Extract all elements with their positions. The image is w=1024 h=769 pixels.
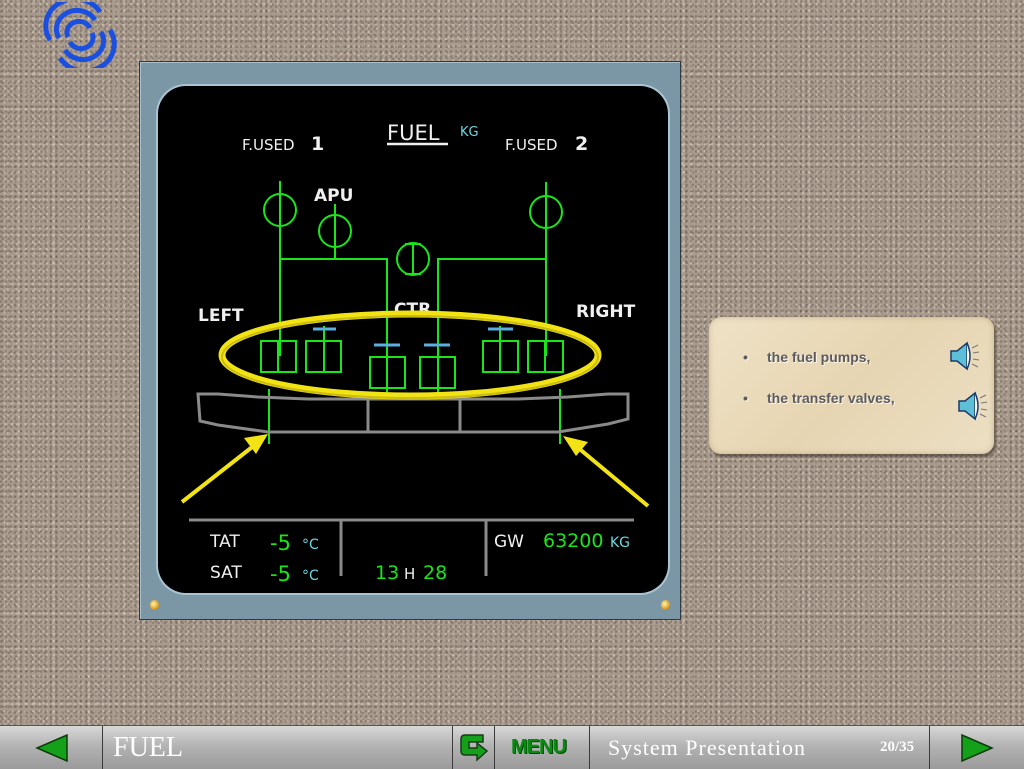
return-arrow-icon [460, 734, 489, 762]
center-pump-1 [369, 342, 406, 389]
left-pump-1 [260, 340, 297, 373]
ecam-fuel-page: FUEL KG F.USED 1 F.USED 2 APU LEFT CTR R… [158, 86, 668, 593]
right-highlight-arrow [563, 436, 650, 508]
note-item: • the transfer valves, [743, 390, 895, 406]
sat-value: -5 [270, 562, 291, 586]
wing-tanks-outline [196, 392, 630, 434]
right-tank-label: RIGHT [576, 302, 636, 322]
menu-label: MENU [511, 736, 567, 758]
presentation-title: System Presentation [608, 735, 807, 760]
time-separator: H [404, 565, 415, 583]
menu-button[interactable]: MENU [495, 726, 590, 769]
gw-unit: KG [610, 535, 630, 551]
left-highlight-arrow [180, 434, 268, 504]
tat-label: TAT [209, 532, 240, 552]
fused-1-number: 1 [311, 133, 324, 155]
sat-unit: °C [302, 568, 319, 584]
apu-label: APU [314, 186, 353, 206]
previous-button[interactable] [0, 726, 103, 769]
navigation-bar: FUEL MENU System Presentation 20/35 [0, 725, 1024, 769]
section-title-area: FUEL [103, 726, 453, 769]
triangle-right-icon [961, 733, 994, 763]
speaker-icon[interactable] [955, 389, 989, 423]
fused-2-number: 2 [575, 133, 588, 155]
left-tank-label: LEFT [198, 306, 244, 326]
fused-1-label: F.USED [242, 136, 295, 154]
time-hours: 13 [375, 562, 399, 584]
triangle-left-icon [35, 733, 68, 763]
note-text: the fuel pumps, [767, 349, 871, 365]
center-pump-2 [419, 342, 456, 389]
title-unit: KG [460, 125, 479, 140]
tat-unit: °C [302, 537, 319, 553]
section-title: FUEL [113, 732, 183, 763]
screw-right [661, 600, 670, 610]
gw-label: GW [494, 532, 524, 552]
fuel-page-title: FUEL [387, 121, 440, 145]
speaker-icon[interactable] [947, 339, 981, 373]
company-logo-icon [43, 2, 117, 68]
page-indicator: 20/35 [880, 739, 915, 755]
ecam-display-frame: FUEL KG F.USED 1 F.USED 2 APU LEFT CTR R… [139, 61, 681, 620]
right-pump-2 [527, 340, 564, 373]
left-pump-2 [305, 326, 342, 373]
screw-left [150, 600, 159, 610]
sat-label: SAT [210, 563, 242, 583]
notes-card: • the fuel pumps, • the transfer valves, [709, 317, 994, 454]
tat-value: -5 [270, 531, 291, 555]
gw-value: 63200 [543, 530, 603, 552]
presentation-info: System Presentation 20/35 [590, 726, 930, 769]
note-item: • the fuel pumps, [743, 349, 871, 365]
fused-2-label: F.USED [505, 136, 558, 154]
return-button[interactable] [453, 726, 495, 769]
note-text: the transfer valves, [767, 390, 895, 406]
next-button[interactable] [930, 726, 1024, 769]
time-minutes: 28 [423, 562, 447, 584]
right-pump-1 [482, 326, 519, 373]
